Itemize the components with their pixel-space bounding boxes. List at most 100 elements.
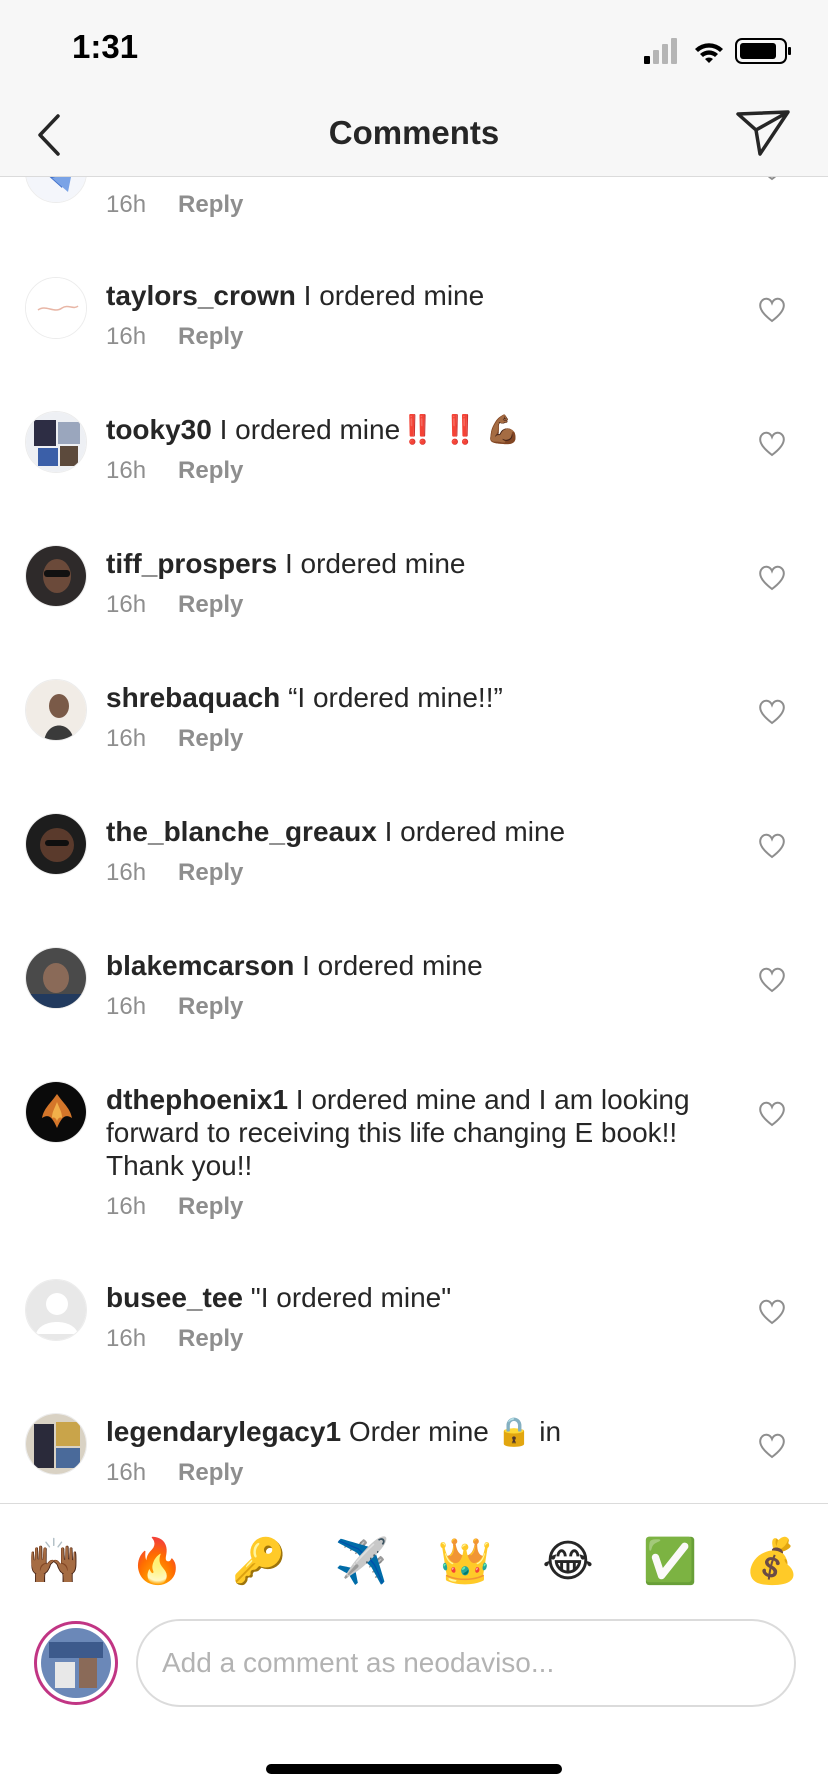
comment-body: legendarylegacy1 Order mine 🔒 in: [106, 1415, 716, 1448]
reply-button[interactable]: Reply: [178, 591, 243, 619]
comment-text: “I ordered mine!!”: [288, 682, 503, 713]
avatar[interactable]: [25, 1279, 87, 1341]
paper-plane-icon[interactable]: [734, 106, 792, 160]
comment-username[interactable]: tiff_prospers: [106, 548, 277, 579]
status-time: 1:31: [72, 28, 139, 65]
comment-meta: 16h Reply: [106, 191, 243, 219]
avatar[interactable]: [25, 411, 87, 473]
comment-time: 16h: [106, 191, 147, 218]
heart-icon[interactable]: [758, 1433, 786, 1459]
battery-icon: [735, 38, 791, 64]
comment-body: shrebaquach “I ordered mine!!”: [106, 681, 716, 714]
status-icons: [644, 38, 791, 64]
reply-button[interactable]: Reply: [178, 457, 243, 485]
comment-text: Order mine: [348, 1416, 489, 1447]
reply-button[interactable]: Reply: [178, 725, 243, 753]
comment-time: 16h: [106, 725, 147, 752]
emoji-money-bag-button[interactable]: 💰: [742, 1534, 802, 1590]
comment-meta: 16h Reply: [106, 591, 243, 619]
emoji-key-button[interactable]: 🔑: [229, 1534, 289, 1590]
comment-input[interactable]: [136, 1619, 796, 1707]
heart-icon[interactable]: [758, 1299, 786, 1325]
avatar[interactable]: [25, 947, 87, 1009]
emoji-crown-button[interactable]: 👑: [435, 1534, 495, 1590]
reply-button[interactable]: Reply: [178, 191, 243, 219]
heart-icon[interactable]: [758, 431, 786, 457]
lock-emoji: 🔒: [496, 1416, 532, 1447]
avatar[interactable]: [25, 679, 87, 741]
heart-icon[interactable]: [758, 177, 786, 181]
comment-time: 16h: [106, 1459, 147, 1486]
emoji-airplane-button[interactable]: ✈️: [332, 1534, 392, 1590]
heart-icon[interactable]: [758, 565, 786, 591]
comment-username[interactable]: tooky30: [106, 414, 212, 445]
comment-meta: 16h Reply: [106, 323, 243, 351]
avatar[interactable]: [25, 813, 87, 875]
avatar[interactable]: [25, 177, 87, 203]
comment-username[interactable]: blakemcarson: [106, 950, 294, 981]
comment-body: dthephoenix1 I ordered mine and I am loo…: [106, 1083, 716, 1182]
cellular-signal-icon: [644, 38, 677, 64]
comment-meta: 16h Reply: [106, 1193, 243, 1221]
comment-username[interactable]: shrebaquach: [106, 682, 280, 713]
user-avatar[interactable]: [34, 1621, 118, 1705]
comment-time: 16h: [106, 457, 147, 484]
comment-time: 16h: [106, 1193, 147, 1220]
comment-time: 16h: [106, 1325, 147, 1352]
heart-icon[interactable]: [758, 967, 786, 993]
comment-text: "I ordered mine": [250, 1282, 452, 1313]
comment-meta: 16h Reply: [106, 859, 243, 887]
home-indicator[interactable]: [266, 1764, 562, 1774]
comment-emoji: ‼️ ‼️ 💪🏾: [400, 414, 521, 445]
comment-time: 16h: [106, 323, 147, 350]
reply-button[interactable]: Reply: [178, 1193, 243, 1221]
comment-meta: 16h Reply: [106, 1459, 243, 1487]
emoji-fire-button[interactable]: 🔥: [127, 1534, 187, 1590]
page-title: Comments: [328, 114, 500, 151]
avatar[interactable]: [25, 277, 87, 339]
comment-meta: 16h Reply: [106, 993, 243, 1021]
reply-button[interactable]: Reply: [178, 859, 243, 887]
comment-composer: [0, 1617, 828, 1717]
heart-icon[interactable]: [758, 297, 786, 323]
comment-text: I ordered mine: [219, 414, 401, 445]
nav-bar: Comments: [0, 98, 828, 177]
reply-button[interactable]: Reply: [178, 1325, 243, 1353]
comment-username[interactable]: dthephoenix1: [106, 1084, 288, 1115]
comment-username[interactable]: taylors_crown: [106, 280, 296, 311]
avatar[interactable]: [25, 1081, 87, 1143]
comment-body: busee_tee "I ordered mine": [106, 1281, 716, 1314]
comment-meta: 16h Reply: [106, 725, 243, 753]
heart-icon[interactable]: [758, 1101, 786, 1127]
comment-text-after: in: [539, 1416, 562, 1447]
heart-icon[interactable]: [758, 833, 786, 859]
comment-body: tooky30 I ordered mine‼️ ‼️ 💪🏾: [106, 413, 716, 446]
comment-body: taylors_crown I ordered mine: [106, 279, 716, 312]
quick-emoji-bar: 🙌🏾 🔥 🔑 ✈️ 👑 😂 ✅ 💰: [0, 1503, 828, 1618]
comment-meta: 16h Reply: [106, 1325, 243, 1353]
avatar[interactable]: [25, 1413, 87, 1475]
comment-username[interactable]: legendarylegacy1: [106, 1416, 341, 1447]
emoji-laughing-button[interactable]: 😂: [538, 1534, 598, 1590]
comment-text: I ordered mine: [303, 280, 485, 311]
comment-text: I ordered mine: [302, 950, 483, 981]
status-bar: 1:31: [0, 0, 828, 98]
reply-button[interactable]: Reply: [178, 993, 243, 1021]
comment-username[interactable]: the_blanche_greaux: [106, 816, 377, 847]
comment-time: 16h: [106, 859, 147, 886]
comments-list[interactable]: 16h Reply taylors_crown I ordered mine 16…: [0, 177, 828, 1503]
reply-button[interactable]: Reply: [178, 1459, 243, 1487]
avatar[interactable]: [25, 545, 87, 607]
comment-body: the_blanche_greaux I ordered mine: [106, 815, 716, 848]
comment-text: I ordered mine: [284, 548, 466, 579]
wifi-icon: [695, 43, 723, 63]
emoji-raising-hands-button[interactable]: 🙌🏾: [24, 1534, 84, 1590]
reply-button[interactable]: Reply: [178, 323, 243, 351]
comment-username[interactable]: busee_tee: [106, 1282, 243, 1313]
comment-body: tiff_prospers I ordered mine: [106, 547, 716, 580]
heart-icon[interactable]: [758, 699, 786, 725]
comment-meta: 16h Reply: [106, 457, 243, 485]
emoji-check-button[interactable]: ✅: [640, 1534, 700, 1590]
comment-time: 16h: [106, 591, 147, 618]
comment-text: I ordered mine: [384, 816, 566, 847]
